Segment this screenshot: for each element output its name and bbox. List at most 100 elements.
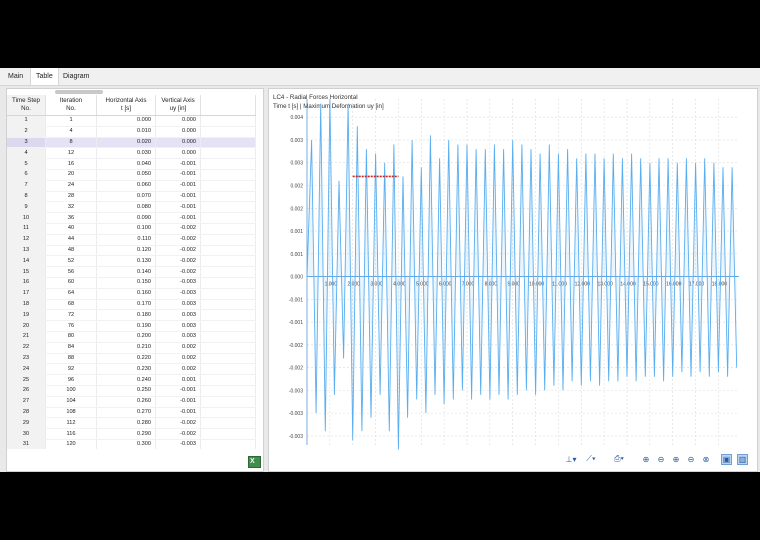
cell-deformation[interactable]: -0.003 (155, 439, 201, 449)
cell-time[interactable]: 0.080 (96, 201, 156, 214)
cell-deformation[interactable]: -0.002 (155, 428, 201, 440)
cell-deformation[interactable]: 0.002 (155, 363, 201, 376)
cell-empty[interactable] (200, 309, 256, 322)
print-dropdown-icon[interactable]: ⎙▾ (611, 454, 627, 464)
export-excel-icon[interactable]: X (248, 456, 261, 468)
cell-time[interactable]: 0.220 (96, 353, 156, 365)
cell-deformation[interactable]: -0.001 (155, 158, 201, 170)
cell-iteration[interactable]: 40 (45, 223, 97, 235)
cell-time[interactable]: 0.070 (96, 191, 156, 203)
header-vertical-axis[interactable]: Vertical Axis uy [in] (155, 95, 201, 116)
cell-deformation[interactable]: -0.002 (155, 266, 201, 278)
cell-deformation[interactable]: 0.003 (155, 331, 201, 343)
table-row[interactable]: 29 112 0.280 -0.002 (7, 417, 256, 430)
header-iteration[interactable]: Iteration No. (45, 95, 97, 116)
zoom-reset-icon[interactable]: ⊗ (701, 454, 711, 464)
cell-iteration[interactable]: 16 (45, 158, 97, 170)
table-row[interactable]: 28 108 0.270 -0.001 (7, 407, 256, 419)
cell-iteration[interactable]: 100 (45, 385, 97, 397)
cell-deformation[interactable]: -0.001 (155, 407, 201, 419)
table-row[interactable]: 26 100 0.250 -0.001 (7, 385, 256, 397)
cell-time[interactable]: 0.190 (96, 320, 156, 332)
cell-iteration[interactable]: 76 (45, 320, 97, 332)
cell-time-step[interactable]: 30 (7, 428, 46, 440)
cell-time-step[interactable]: 1 (7, 115, 46, 127)
cell-deformation[interactable]: 0.002 (155, 342, 201, 354)
cell-time-step[interactable]: 27 (7, 396, 46, 408)
cell-time[interactable]: 0.050 (96, 169, 156, 181)
cell-iteration[interactable]: 64 (45, 288, 97, 300)
cell-deformation[interactable]: -0.001 (155, 201, 201, 214)
cell-time-step[interactable]: 24 (7, 363, 46, 376)
zoom-out-icon[interactable]: ⊖ (656, 454, 666, 464)
table-row[interactable]: 8 28 0.070 -0.001 (7, 191, 256, 203)
cell-empty[interactable] (200, 201, 256, 214)
cell-empty[interactable] (200, 428, 256, 440)
cell-time-step[interactable]: 14 (7, 255, 46, 268)
cell-time-step[interactable]: 22 (7, 342, 46, 354)
table-row[interactable]: 23 88 0.220 0.002 (7, 353, 256, 365)
cell-empty[interactable] (200, 255, 256, 268)
cell-time[interactable]: 0.000 (96, 115, 156, 127)
cell-time[interactable]: 0.170 (96, 299, 156, 311)
cell-iteration[interactable]: 108 (45, 407, 97, 419)
table-row[interactable]: 2 4 0.010 0.000 (7, 126, 256, 138)
cell-empty[interactable] (200, 439, 256, 449)
cell-iteration[interactable]: 96 (45, 374, 97, 386)
cell-time-step[interactable]: 8 (7, 191, 46, 203)
cell-deformation[interactable]: -0.002 (155, 234, 201, 246)
cell-time-step[interactable]: 10 (7, 212, 46, 224)
cell-time[interactable]: 0.110 (96, 234, 156, 246)
cell-iteration[interactable]: 20 (45, 169, 97, 181)
cell-time-step[interactable]: 28 (7, 407, 46, 419)
cell-iteration[interactable]: 56 (45, 266, 97, 278)
cell-deformation[interactable]: 0.003 (155, 309, 201, 322)
cell-time[interactable]: 0.300 (96, 439, 156, 449)
cell-time[interactable]: 0.250 (96, 385, 156, 397)
zoom-x-icon[interactable]: ⊕ (671, 454, 681, 464)
cell-empty[interactable] (200, 353, 256, 365)
cell-time-step[interactable]: 6 (7, 169, 46, 181)
cell-time[interactable]: 0.260 (96, 396, 156, 408)
cell-time-step[interactable]: 12 (7, 234, 46, 246)
cell-iteration[interactable]: 4 (45, 126, 97, 138)
cell-iteration[interactable]: 32 (45, 201, 97, 214)
table-row[interactable]: 16 60 0.150 -0.003 (7, 277, 256, 289)
cell-time[interactable]: 0.130 (96, 255, 156, 268)
cell-deformation[interactable]: -0.002 (155, 417, 201, 430)
cell-deformation[interactable]: -0.002 (155, 255, 201, 268)
cell-iteration[interactable]: 84 (45, 342, 97, 354)
table-row[interactable]: 30 116 0.290 -0.002 (7, 428, 256, 440)
cell-time-step[interactable]: 5 (7, 158, 46, 170)
cell-empty[interactable] (200, 407, 256, 419)
cell-time[interactable]: 0.100 (96, 223, 156, 235)
table-row[interactable]: 4 12 0.030 0.000 (7, 147, 256, 160)
table-row[interactable]: 11 40 0.100 -0.002 (7, 223, 256, 235)
cell-deformation[interactable]: -0.002 (155, 223, 201, 235)
cell-time[interactable]: 0.120 (96, 245, 156, 257)
cell-time-step[interactable]: 19 (7, 309, 46, 322)
cell-time[interactable]: 0.180 (96, 309, 156, 322)
cell-time[interactable]: 0.020 (96, 137, 156, 149)
cell-deformation[interactable]: 0.003 (155, 299, 201, 311)
table-row[interactable]: 6 20 0.050 -0.001 (7, 169, 256, 181)
cell-iteration[interactable]: 116 (45, 428, 97, 440)
cell-empty[interactable] (200, 277, 256, 289)
cell-iteration[interactable]: 120 (45, 439, 97, 449)
cell-empty[interactable] (200, 169, 256, 181)
cell-deformation[interactable]: -0.001 (155, 191, 201, 203)
cell-time[interactable]: 0.060 (96, 180, 156, 192)
cell-iteration[interactable]: 92 (45, 363, 97, 376)
table-row[interactable]: 1 1 0.000 0.000 (7, 115, 256, 127)
cell-empty[interactable] (200, 331, 256, 343)
cell-time[interactable]: 0.290 (96, 428, 156, 440)
cell-time-step[interactable]: 29 (7, 417, 46, 430)
table-row[interactable]: 15 56 0.140 -0.002 (7, 266, 256, 278)
cell-time[interactable]: 0.150 (96, 277, 156, 289)
cell-time-step[interactable]: 11 (7, 223, 46, 235)
cell-iteration[interactable]: 24 (45, 180, 97, 192)
table-row[interactable]: 22 84 0.210 0.002 (7, 342, 256, 354)
cell-iteration[interactable]: 72 (45, 309, 97, 322)
cell-iteration[interactable]: 52 (45, 255, 97, 268)
table-row[interactable]: 13 48 0.120 -0.002 (7, 245, 256, 257)
